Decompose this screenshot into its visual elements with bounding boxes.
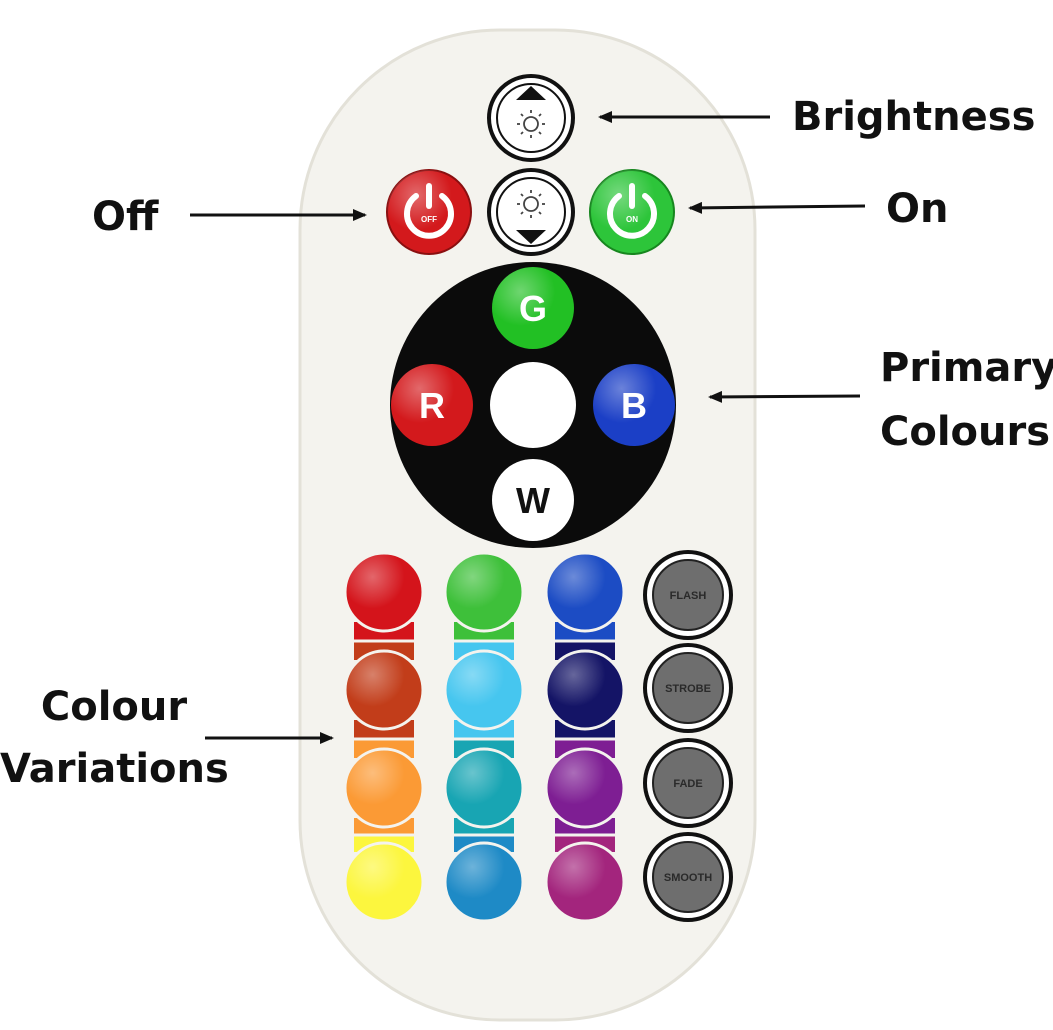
primary-button-letter: R	[419, 385, 445, 426]
mode-fade-button[interactable]: FADE	[643, 738, 733, 828]
label-colours: Colours	[880, 409, 1051, 455]
brightness-up-button[interactable]	[487, 74, 575, 162]
mode-button-label: FADE	[673, 778, 702, 790]
on-arrow	[688, 201, 866, 214]
mode-button-label: FLASH	[670, 590, 707, 602]
remote-control: OFF ON G R B W FLASH STROBE FADE SMOOTH	[190, 28, 866, 1022]
label-colour: Colour	[40, 684, 188, 730]
label-primary: Primary	[880, 345, 1053, 391]
colour-button[interactable]	[544, 747, 626, 829]
primary-button-letter: W	[516, 480, 550, 521]
power-off-text: OFF	[421, 215, 437, 224]
primary-w-button[interactable]: W	[492, 459, 574, 541]
primary-button-letter: G	[519, 288, 547, 329]
power-on-button[interactable]: ON	[589, 169, 675, 255]
colour-button[interactable]	[443, 841, 525, 923]
primary-b-button[interactable]: B	[593, 364, 675, 446]
power-on-text: ON	[626, 215, 638, 224]
colour-variation-grid	[343, 551, 626, 923]
colour-button[interactable]	[343, 841, 425, 923]
colour-button[interactable]	[443, 551, 525, 633]
primary-arrow	[708, 390, 861, 403]
colour-button[interactable]	[443, 747, 525, 829]
colour-button[interactable]	[544, 551, 626, 633]
label-variations: Variations	[0, 746, 229, 792]
colour-button[interactable]	[544, 649, 626, 731]
mode-strobe-button[interactable]: STROBE	[643, 643, 733, 733]
mode-button-label: SMOOTH	[664, 872, 712, 884]
colour-button[interactable]	[544, 841, 626, 923]
label-brightness: Brightness	[792, 94, 1036, 140]
primary-button-letter: B	[621, 385, 647, 426]
colour-button[interactable]	[443, 649, 525, 731]
diagram: OFF ON G R B W FLASH STROBE FADE SMOOTH Bright…	[0, 0, 1053, 1030]
label-on: On	[886, 186, 949, 232]
power-off-button[interactable]: OFF	[386, 169, 472, 255]
colour-button[interactable]	[343, 649, 425, 731]
primary-g-button[interactable]: G	[492, 267, 574, 349]
primary-r-button[interactable]: R	[391, 364, 473, 446]
mode-button-label: STROBE	[665, 683, 711, 695]
colour-button[interactable]	[343, 551, 425, 633]
mode-flash-button[interactable]: FLASH	[643, 550, 733, 640]
label-off: Off	[92, 194, 159, 240]
brightness-down-button[interactable]	[487, 168, 575, 256]
centre-button[interactable]	[490, 362, 576, 448]
mode-smooth-button[interactable]: SMOOTH	[643, 832, 733, 922]
colour-button[interactable]	[343, 747, 425, 829]
